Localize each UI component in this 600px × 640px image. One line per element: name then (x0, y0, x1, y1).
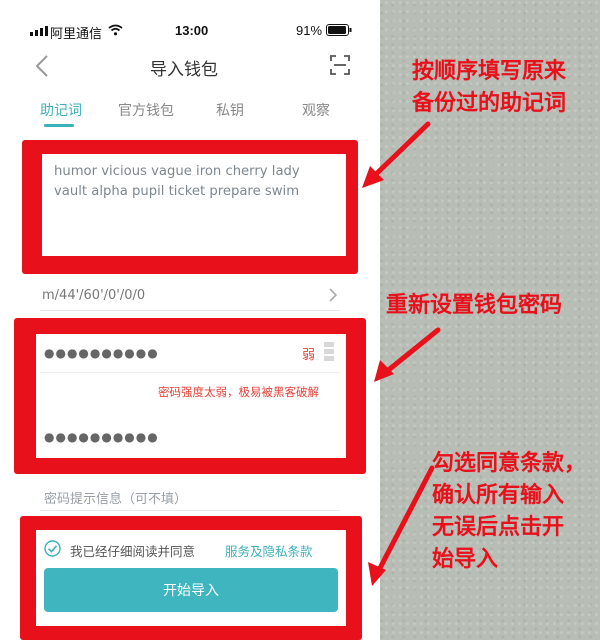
annotation-arrows (362, 121, 441, 586)
arrow-to-mnemonic (369, 121, 431, 181)
arrow-to-password (383, 327, 441, 375)
arrowhead (374, 360, 394, 382)
arrow-to-button (375, 465, 435, 575)
